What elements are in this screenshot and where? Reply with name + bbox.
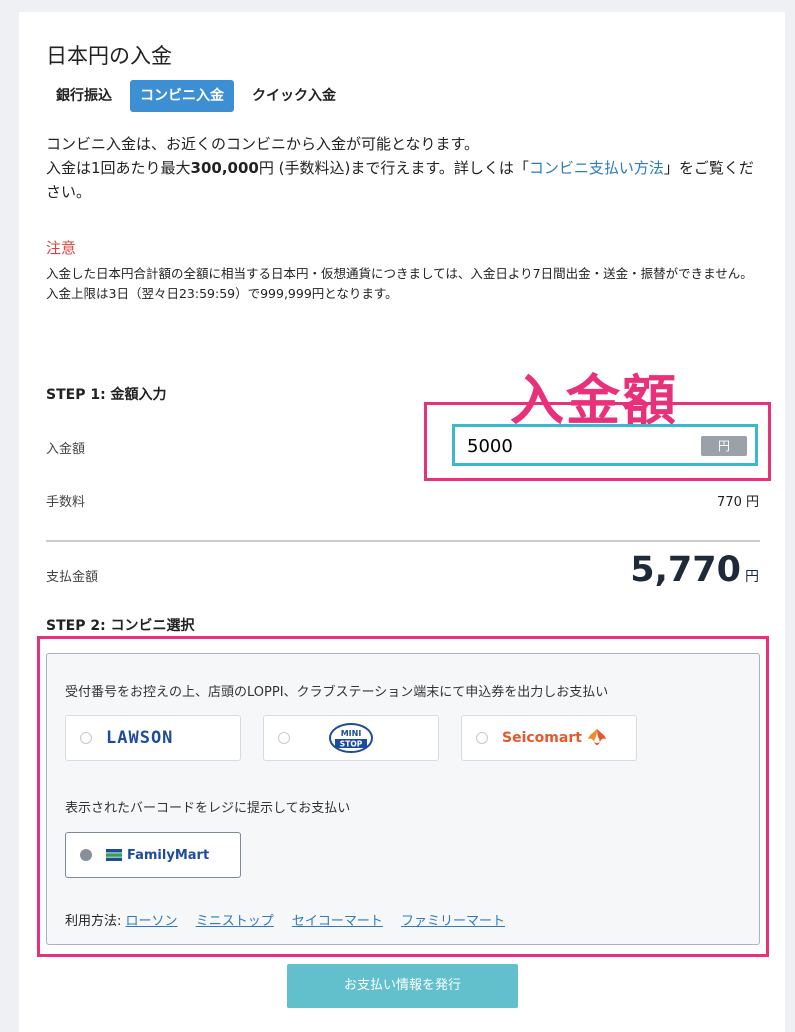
store-option-ministop[interactable]: MINI STOP [263, 715, 439, 761]
total-value: 5,770 [630, 550, 741, 590]
ministop-logo-icon: MINI STOP [329, 723, 373, 753]
yen-unit-badge: 円 [701, 436, 747, 456]
familymart-logo-text: FamilyMart [127, 847, 210, 863]
notice-line1: 入金した日本円合計額の全額に相当する日本円・仮想通貨につきましては、入金日より7… [46, 266, 753, 281]
fee-value: 770 円 [717, 495, 759, 510]
amount-field[interactable]: 円 [452, 424, 758, 466]
step1-title: STEP 1: 金額入力 [46, 387, 167, 403]
store-option-lawson[interactable]: LAWSON [65, 715, 241, 761]
ministop-stop-text: STOP [340, 740, 363, 749]
divider [46, 540, 760, 542]
notice-line2: 入金上限は3日（翌々日23:59:59）で999,999円となります。 [46, 286, 398, 301]
tab-bank-transfer[interactable]: 銀行振込 [46, 80, 122, 112]
desc-line2: 入金は1回あたり最大300,000円 (手数料込)まで行えます。詳しくは「コンビ… [46, 156, 766, 204]
ministop-mini-text: MINI [341, 729, 362, 738]
issue-payment-button[interactable]: お支払い情報を発行 [287, 964, 518, 1008]
store-option-familymart[interactable]: FamilyMart [65, 832, 241, 878]
page-title: 日本円の入金 [46, 44, 172, 68]
desc-line1: コンビニ入金は、お近くのコンビニから入金が可能となります。 [46, 135, 480, 153]
lawson-logo-text: LAWSON [106, 728, 174, 748]
total-unit: 円 [745, 569, 759, 585]
total-label: 支払金額 [46, 570, 99, 585]
familymart-stripes-icon [106, 849, 122, 861]
radio-ministop[interactable] [278, 732, 290, 744]
desc-text: 円 (手数料込)まで行えます。詳しくは「 [258, 159, 529, 177]
usage-label: 利用方法: [65, 914, 122, 929]
usage-link-lawson[interactable]: ローソン [126, 914, 178, 929]
phoenix-icon [587, 729, 606, 745]
usage-links: 利用方法: ローソン ミニストップ セイコーマート ファミリーマート [65, 910, 519, 929]
description: コンビニ入金は、お近くのコンビニから入金が可能となります。 入金は1回あたり最大… [46, 132, 766, 204]
amount-input[interactable] [465, 435, 669, 458]
seicomart-logo-text: Seicomart [502, 730, 582, 746]
notice-text: 入金した日本円合計額の全額に相当する日本円・仮想通貨につきましては、入金日より7… [46, 264, 766, 304]
ministop-logo: MINI STOP [328, 716, 374, 760]
barcode-instructions: 表示されたバーコードをレジに提示してお支払い [65, 801, 351, 816]
radio-seicomart[interactable] [476, 732, 488, 744]
desc-text: 入金は1回あたり最大 [46, 159, 191, 177]
radio-familymart[interactable] [80, 849, 92, 861]
notice-heading: 注意 [46, 239, 77, 257]
tab-quick-deposit[interactable]: クイック入金 [242, 80, 346, 112]
usage-link-ministop[interactable]: ミニストップ [196, 914, 274, 929]
store-panel: 受付番号をお控えの上、店頭のLOPPI、クラブステーション端末にて申込券を出力し… [46, 653, 760, 945]
store-option-seicomart[interactable]: Seicomart [461, 715, 637, 761]
usage-link-seicomart[interactable]: セイコーマート [292, 914, 383, 929]
amount-label: 入金額 [46, 442, 86, 457]
loppi-instructions: 受付番号をお控えの上、店頭のLOPPI、クラブステーション端末にて申込券を出力し… [65, 685, 609, 700]
step2-title: STEP 2: コンビニ選択 [46, 618, 195, 634]
lawson-logo: LAWSON [106, 716, 173, 760]
tab-bar: 銀行振込 コンビニ入金 クイック入金 [46, 80, 346, 112]
radio-lawson[interactable] [80, 732, 92, 744]
desc-max-amount: 300,000 [190, 159, 259, 177]
tab-convenience-store[interactable]: コンビニ入金 [130, 80, 234, 112]
usage-link-familymart[interactable]: ファミリーマート [401, 914, 505, 929]
total-amount: 5,770 円 [630, 550, 759, 590]
payment-method-link[interactable]: コンビニ支払い方法 [529, 159, 664, 177]
fee-label: 手数料 [46, 495, 86, 510]
seicomart-logo: Seicomart [502, 716, 609, 760]
familymart-logo: FamilyMart [106, 833, 209, 877]
